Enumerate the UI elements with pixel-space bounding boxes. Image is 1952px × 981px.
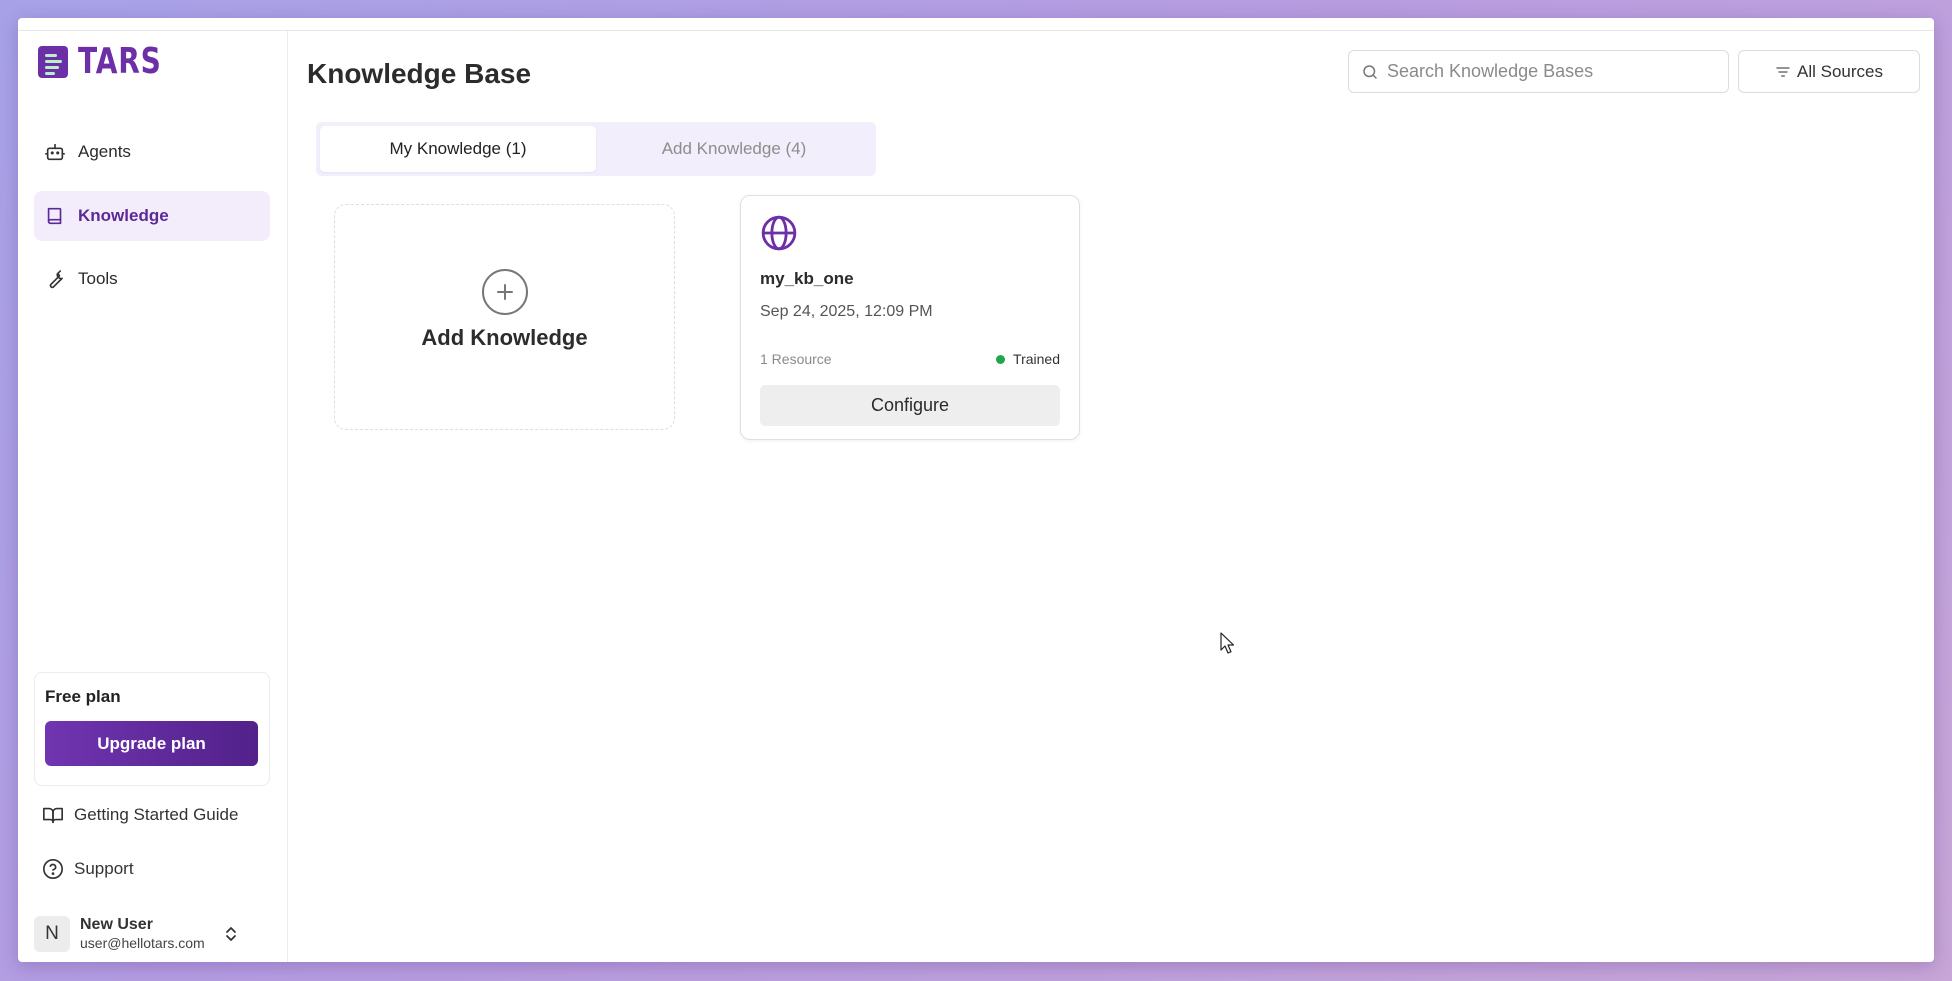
user-info: New User user@hellotars.com [80,916,205,952]
link-label: Getting Started Guide [74,805,239,824]
avatar: N [34,916,70,952]
all-sources-filter-button[interactable]: All Sources [1738,50,1920,93]
search-input[interactable] [1387,61,1707,82]
support-link[interactable]: Support [42,858,134,880]
window-top-border [18,30,1934,31]
kb-name: my_kb_one [760,269,854,288]
sidebar-item-label: Agents [78,142,131,161]
status-badge: Trained [996,351,1060,367]
tars-logo-icon [38,45,68,78]
sidebar: TARS Agents Knowledge Tools Free plan Up… [18,31,288,962]
sidebar-item-agents[interactable]: Agents [34,127,270,177]
mouse-cursor-icon [1220,632,1234,654]
search-icon [1363,64,1377,79]
sidebar-item-label: Knowledge [78,206,169,225]
sidebar-item-label: Tools [78,269,118,288]
wrench-icon [49,270,63,289]
filter-icon [1776,66,1790,77]
app-window: TARS Agents Knowledge Tools Free plan Up… [18,18,1934,962]
filter-label: All Sources [1797,61,1883,81]
configure-button[interactable]: Configure [760,385,1060,426]
knowledge-base-card[interactable]: my_kb_one Sep 24, 2025, 12:09 PM 1 Resou… [740,195,1080,440]
kb-date: Sep 24, 2025, 12:09 PM [760,303,933,320]
add-knowledge-card[interactable]: Add Knowledge [334,204,675,430]
status-label: Trained [1013,351,1060,367]
plan-card: Free plan Upgrade plan [34,672,270,786]
plan-title: Free plan [45,687,121,706]
upgrade-plan-button[interactable]: Upgrade plan [45,721,258,766]
add-knowledge-label: Add Knowledge [421,325,588,350]
sidebar-item-tools[interactable]: Tools [34,254,270,304]
kb-meta: 1 Resource Trained [760,351,1060,367]
kb-resource-count: 1 Resource [760,351,832,367]
status-dot [996,354,1006,364]
robot-icon [45,143,65,161]
book-icon [47,207,62,225]
tab-my-knowledge[interactable]: My Knowledge (1) [320,126,596,172]
open-book-icon [43,807,63,824]
link-label: Support [74,859,134,878]
chevron-up-down-icon [225,927,236,941]
user-name: New User [80,916,153,933]
getting-started-link[interactable]: Getting Started Guide [42,804,238,826]
user-menu[interactable]: N New User user@hellotars.com [34,914,270,954]
user-email: user@hellotars.com [80,935,205,951]
page-title: Knowledge Base [307,58,532,89]
tab-add-knowledge[interactable]: Add Knowledge (4) [596,126,872,172]
plus-icon [481,269,528,315]
sidebar-item-knowledge[interactable]: Knowledge [34,191,270,241]
knowledge-tabs: My Knowledge (1) Add Knowledge (4) [316,122,876,176]
app-logo[interactable]: TARS [38,41,185,82]
logo-text: TARS [78,41,162,82]
search-box [1348,50,1729,93]
globe-icon [761,215,797,251]
help-circle-icon [43,859,63,879]
